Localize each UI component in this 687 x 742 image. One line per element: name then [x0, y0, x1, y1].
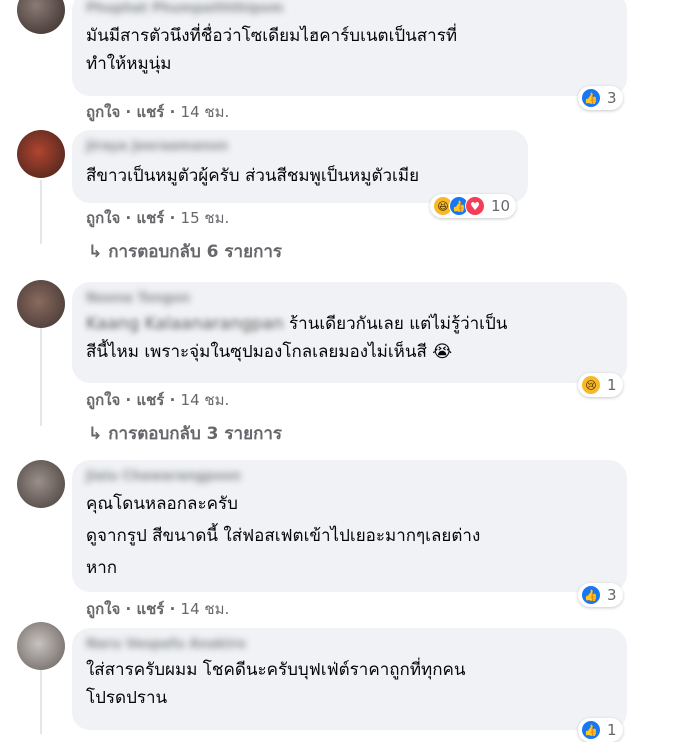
thread-line [40, 180, 42, 244]
reaction-summary[interactable]: 👍 3 [578, 583, 623, 607]
comment-timestamp[interactable]: 15 ชม. [181, 206, 230, 230]
reply-arrow-icon: ↳ [88, 242, 103, 262]
reaction-count: 3 [607, 586, 617, 604]
comment-timestamp[interactable]: 14 ชม. [181, 100, 230, 124]
separator: · [169, 600, 176, 618]
separator: · [169, 209, 176, 227]
reaction-count: 10 [491, 197, 511, 215]
like-button[interactable]: ถูกใจ [86, 597, 120, 621]
reaction-summary[interactable]: 😢 1 [578, 373, 623, 397]
separator: · [125, 209, 132, 227]
separator: · [125, 600, 132, 618]
separator: · [169, 391, 176, 409]
reply-arrow-icon: ↳ [88, 424, 103, 444]
comment-text: ใส่สารครับผมม โชคดีนะครับบุฟเฟ่ต์ราคาถูก… [86, 660, 466, 708]
reaction-count: 1 [607, 376, 617, 394]
comment-timestamp[interactable]: 14 ชม. [181, 388, 230, 412]
share-button[interactable]: แชร์ [136, 388, 164, 412]
share-button[interactable]: แชร์ [136, 100, 164, 124]
reaction-count: 3 [607, 89, 617, 107]
view-replies-link[interactable]: ↳ การตอบกลับ 3 รายการ [88, 420, 282, 447]
comment-bubble: Jiraya Jeeraamanon สีขาวเป็นหมูตัวผู้ครั… [72, 130, 528, 203]
like-icon: 👍 [581, 720, 601, 740]
thread-line [40, 668, 42, 734]
comment-bubble: Naru Vespafu Anakiro ใส่สารครับผมม โชคดี… [72, 628, 627, 730]
comment-text: Kaang Kalaanarangpan ร้านเดียวกันเลย แต่… [86, 310, 613, 366]
like-button[interactable]: ถูกใจ [86, 100, 120, 124]
separator: · [125, 103, 132, 121]
comment-author[interactable]: Jiraya Jeeraamanon [86, 138, 514, 156]
like-icon: 👍 [581, 585, 601, 605]
love-icon: ♥ [465, 196, 485, 216]
reaction-summary[interactable]: 😆 👍 ♥ 10 [430, 194, 517, 218]
comment-text: มันมีสารตัวนึงที่ชื่อว่าโซเดียมไฮคาร์บเน… [86, 26, 458, 74]
sad-icon: 😢 [581, 375, 601, 395]
avatar[interactable] [17, 622, 65, 670]
mentioned-user[interactable]: Kaang Kalaanarangpan [86, 314, 284, 334]
comment-text: คุณโดนหลอกละครับ ดูจากรูป สีขนาดนี้ ใส่ฟ… [86, 494, 481, 578]
view-replies-link[interactable]: ↳ การตอบกลับ 6 รายการ [88, 238, 282, 265]
replies-label: การตอบกลับ 3 รายการ [108, 424, 283, 444]
comment-bubble: Jiaiu Chawarangpoon คุณโดนหลอกละครับ ดูจ… [72, 460, 627, 592]
avatar[interactable] [17, 0, 65, 34]
comment-actions: ถูกใจ · แชร์ · 14 ชม. [86, 388, 229, 412]
share-button[interactable]: แชร์ [136, 206, 164, 230]
like-icon: 👍 [581, 88, 601, 108]
comment-author[interactable]: Naru Vespafu Anakiro [86, 636, 613, 654]
like-button[interactable]: ถูกใจ [86, 388, 120, 412]
reaction-summary[interactable]: 👍 1 [578, 718, 623, 742]
comment-timestamp[interactable]: 14 ชม. [181, 597, 230, 621]
comment-actions: ถูกใจ · แชร์ · 14 ชม. [86, 597, 229, 621]
share-button[interactable]: แชร์ [136, 597, 164, 621]
comment-bubble: Phuphat Phumpaiththipom มันมีสารตัวนึงที… [72, 0, 627, 96]
comment-author[interactable]: Phuphat Phumpaiththipom [86, 0, 613, 18]
separator: · [125, 391, 132, 409]
reaction-count: 1 [607, 721, 617, 739]
avatar[interactable] [17, 280, 65, 328]
comment-author[interactable]: Noona Tongon [86, 290, 613, 308]
comment-text: สีขาวเป็นหมูตัวผู้ครับ ส่วนสีชมพูเป็นหมู… [86, 166, 420, 186]
avatar[interactable] [17, 130, 65, 178]
thread-line [40, 326, 42, 426]
separator: · [169, 103, 176, 121]
comment-actions: ถูกใจ · แชร์ · 14 ชม. [86, 100, 229, 124]
avatar[interactable] [17, 460, 65, 508]
reaction-summary[interactable]: 👍 3 [578, 86, 623, 110]
comment-author[interactable]: Jiaiu Chawarangpoon [86, 468, 613, 486]
comment-bubble: Noona Tongon Kaang Kalaanarangpan ร้านเด… [72, 282, 627, 383]
replies-label: การตอบกลับ 6 รายการ [108, 242, 283, 262]
like-button[interactable]: ถูกใจ [86, 206, 120, 230]
comment-actions: ถูกใจ · แชร์ · 15 ชม. [86, 206, 229, 230]
